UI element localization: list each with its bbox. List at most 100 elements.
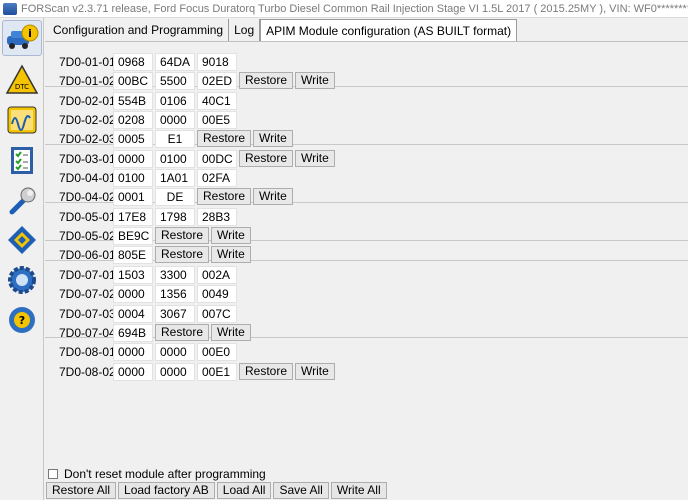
- restore-button[interactable]: Restore: [155, 227, 210, 244]
- hex-value-field[interactable]: 0000: [113, 284, 153, 303]
- load-all-button[interactable]: Load All: [216, 482, 272, 499]
- sidebar-item-checklist[interactable]: [2, 142, 42, 178]
- sidebar-item-programming[interactable]: [2, 222, 42, 258]
- as-built-row: 7D0-06-01 805E Restore Write: [45, 245, 688, 264]
- hex-value-field[interactable]: 1A01: [155, 168, 195, 187]
- window-title: FORScan v2.3.71 release, Ford Focus Dura…: [21, 2, 688, 15]
- as-built-row: 7D0-04-01 0100 1A01 02FA: [45, 168, 688, 187]
- sidebar-item-oscilloscope[interactable]: [2, 102, 42, 138]
- tab-log[interactable]: Log: [229, 19, 261, 41]
- hex-value-field[interactable]: 0106: [155, 91, 195, 110]
- write-button[interactable]: Write: [211, 246, 251, 263]
- dtc-icon: DTC: [5, 64, 39, 94]
- as-built-row: 7D0-05-02 BE9C Restore Write: [45, 226, 688, 245]
- hex-value-field[interactable]: 3300: [155, 265, 195, 284]
- row-id-label: 7D0-02-01: [59, 93, 116, 108]
- hex-value-field[interactable]: 9018: [197, 52, 237, 71]
- tab-configuration-and-programming[interactable]: Configuration and Programming: [48, 19, 230, 41]
- checklist-icon: [11, 147, 33, 174]
- hex-value-field[interactable]: 1356: [155, 284, 195, 303]
- hex-value-field[interactable]: 0000: [155, 110, 195, 129]
- sidebar-item-info[interactable]: i: [2, 20, 42, 56]
- hex-value-field[interactable]: 0208: [113, 110, 153, 129]
- hex-value-field[interactable]: 02ED: [197, 71, 237, 90]
- svg-text:DTC: DTC: [15, 83, 29, 91]
- tab-bar: Configuration and Programming Log APIM M…: [48, 19, 518, 41]
- row-id-label: 7D0-07-01: [59, 267, 116, 282]
- restore-button[interactable]: Restore: [239, 72, 294, 89]
- row-id-label: 7D0-05-02: [59, 228, 116, 243]
- restore-all-button[interactable]: Restore All: [46, 482, 117, 499]
- restore-button[interactable]: Restore: [197, 188, 252, 205]
- hex-value-field[interactable]: 002A: [197, 265, 237, 284]
- hex-value-field[interactable]: 00E1: [197, 362, 237, 381]
- write-all-button[interactable]: Write All: [330, 482, 387, 499]
- hex-value-field[interactable]: 554B: [113, 91, 153, 110]
- restore-button[interactable]: Restore: [239, 363, 294, 380]
- hex-value-field[interactable]: 007C: [197, 304, 237, 323]
- sidebar-item-service[interactable]: [2, 182, 42, 218]
- dont-reset-checkbox[interactable]: [48, 469, 58, 479]
- hex-value-field[interactable]: 0000: [113, 342, 153, 361]
- sidebar: i DTC ?: [0, 18, 44, 500]
- hex-value-field[interactable]: 0049: [197, 284, 237, 303]
- hex-value-field[interactable]: E1: [155, 129, 195, 148]
- hex-value-field[interactable]: 0100: [113, 168, 153, 187]
- as-built-row: 7D0-07-03 0004 3067 007C: [45, 304, 688, 323]
- hex-value-field[interactable]: 00BC: [113, 71, 153, 90]
- hex-value-field[interactable]: 0004: [113, 304, 153, 323]
- as-built-row: 7D0-08-01 0000 0000 00E0: [45, 342, 688, 361]
- as-built-table: 7D0-01-01 0968 64DA 9018 7D0-01-02 00BC 5500 02…: [45, 41, 688, 460]
- hex-value-field[interactable]: 00DC: [197, 149, 237, 168]
- hex-value-field[interactable]: 28B3: [197, 207, 237, 226]
- hex-value-field[interactable]: 40C1: [197, 91, 237, 110]
- as-built-row: 7D0-03-01 0000 0100 00DC Restore Write: [45, 149, 688, 168]
- hex-value-field[interactable]: BE9C: [113, 226, 153, 245]
- tab-apim-module-configuration[interactable]: APIM Module configuration (AS BUILT form…: [260, 19, 518, 41]
- write-button[interactable]: Write: [211, 227, 251, 244]
- row-id-label: 7D0-04-01: [59, 170, 116, 185]
- title-bar: FORScan v2.3.71 release, Ford Focus Dura…: [0, 0, 688, 18]
- hex-value-field[interactable]: DE: [155, 187, 195, 206]
- dont-reset-option[interactable]: Don't reset module after programming: [48, 466, 266, 482]
- hex-value-field[interactable]: 3067: [155, 304, 195, 323]
- sidebar-item-dtc[interactable]: DTC: [2, 62, 42, 98]
- write-button[interactable]: Write: [295, 363, 335, 380]
- hex-value-field[interactable]: 0001: [113, 187, 153, 206]
- write-button[interactable]: Write: [295, 150, 335, 167]
- hex-value-field[interactable]: 1503: [113, 265, 153, 284]
- write-button[interactable]: Write: [211, 324, 251, 341]
- write-button[interactable]: Write: [253, 188, 293, 205]
- hex-value-field[interactable]: 17E8: [113, 207, 153, 226]
- hex-value-field[interactable]: 0000: [155, 362, 195, 381]
- as-built-row: 7D0-04-02 0001 DE Restore Write: [45, 187, 688, 206]
- row-id-label: 7D0-02-02: [59, 112, 116, 127]
- hex-value-field[interactable]: 805E: [113, 245, 153, 264]
- app-icon: [3, 2, 17, 15]
- hex-value-field[interactable]: 64DA: [155, 52, 195, 71]
- load-factory-ab-button[interactable]: Load factory AB: [118, 482, 215, 499]
- row-id-label: 7D0-08-01: [59, 344, 116, 359]
- restore-button[interactable]: Restore: [197, 130, 252, 147]
- restore-button[interactable]: Restore: [155, 246, 210, 263]
- hex-value-field[interactable]: 0005: [113, 129, 153, 148]
- restore-button[interactable]: Restore: [155, 324, 210, 341]
- write-button[interactable]: Write: [295, 72, 335, 89]
- hex-value-field[interactable]: 02FA: [197, 168, 237, 187]
- save-all-button[interactable]: Save All: [273, 482, 329, 499]
- sidebar-item-settings[interactable]: [2, 262, 42, 298]
- hex-value-field[interactable]: 0000: [113, 362, 153, 381]
- hex-value-field[interactable]: 00E0: [197, 342, 237, 361]
- hex-value-field[interactable]: 0000: [113, 149, 153, 168]
- hex-value-field[interactable]: 0968: [113, 52, 153, 71]
- hex-value-field[interactable]: 00E5: [197, 110, 237, 129]
- hex-value-field[interactable]: 1798: [155, 207, 195, 226]
- hex-value-field[interactable]: 5500: [155, 71, 195, 90]
- sidebar-item-help[interactable]: ?: [2, 302, 42, 338]
- hex-value-field[interactable]: 0100: [155, 149, 195, 168]
- hex-value-field[interactable]: 694B: [113, 323, 153, 342]
- write-button[interactable]: Write: [253, 130, 293, 147]
- restore-button[interactable]: Restore: [239, 150, 294, 167]
- hex-value-field[interactable]: 0000: [155, 342, 195, 361]
- row-id-label: 7D0-01-01: [59, 54, 116, 69]
